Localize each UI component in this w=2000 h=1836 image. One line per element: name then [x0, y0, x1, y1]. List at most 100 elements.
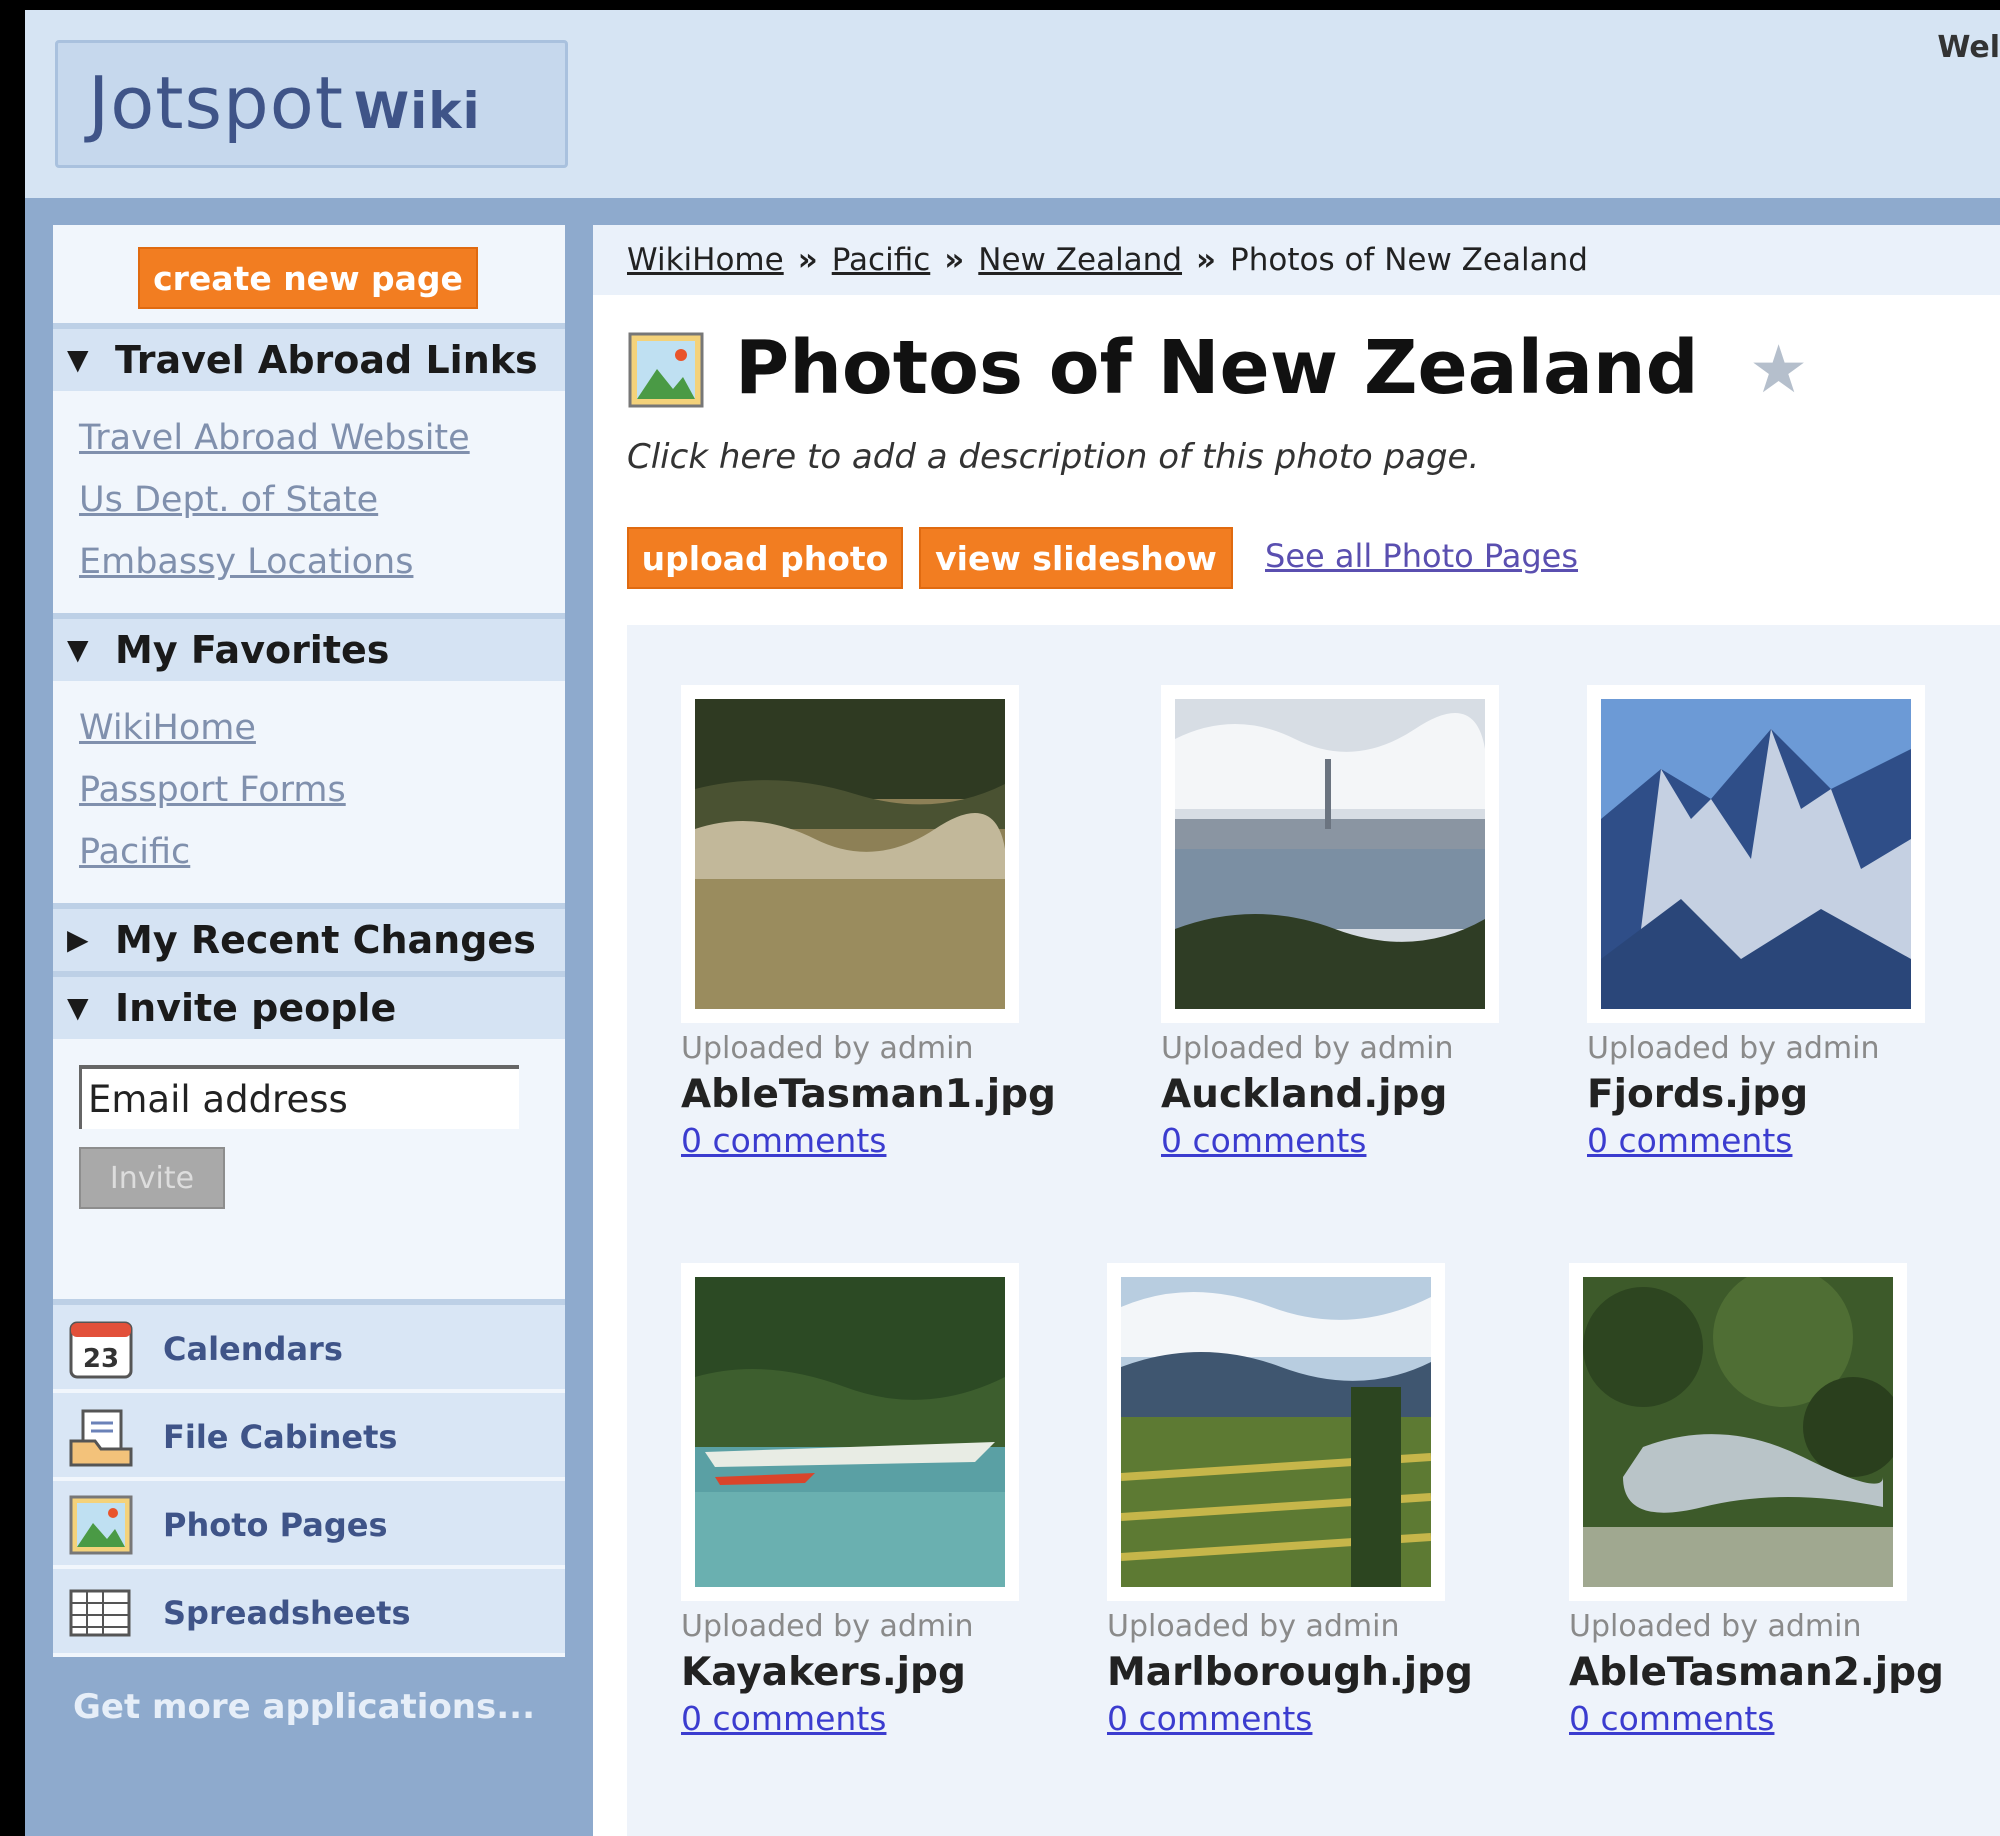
create-new-page-button[interactable]: create new page	[138, 247, 478, 309]
logo[interactable]: Jotspot Wiki	[55, 40, 568, 168]
comments-link[interactable]: 0 comments	[681, 1121, 1056, 1160]
calendar-day: 23	[83, 1344, 119, 1374]
uploaded-by: Uploaded by admin	[681, 1609, 974, 1644]
photo-abletasman1	[695, 699, 1005, 1009]
photo-page-icon	[69, 1495, 133, 1555]
photo-card: Uploaded by admin Marlborough.jpg 0 comm…	[1107, 1263, 1473, 1738]
invite-header[interactable]: ▼ Invite people	[53, 977, 565, 1039]
breadcrumb-separator: »	[944, 242, 965, 278]
comments-link[interactable]: 0 comments	[681, 1699, 1019, 1738]
photo-page-icon	[628, 332, 704, 408]
star-icon[interactable]: ★	[1749, 331, 1808, 408]
photo-filename: Fjords.jpg	[1587, 1072, 1809, 1117]
triangle-down-icon: ▼	[67, 633, 89, 666]
breadcrumb-current: Photos of New Zealand	[1230, 242, 1588, 278]
triangle-down-icon: ▼	[67, 343, 89, 376]
view-slideshow-button[interactable]: view slideshow	[919, 527, 1233, 589]
sidebar: create new page ▼ Travel Abroad Links Tr…	[53, 225, 565, 1727]
uploaded-by: Uploaded by admin	[1161, 1031, 1454, 1066]
app-label: Photo Pages	[163, 1506, 388, 1544]
get-more-applications-link[interactable]: Get more applications...	[53, 1657, 565, 1727]
section-title: Travel Abroad Links	[115, 338, 538, 382]
photo-abletasman2	[1583, 1267, 1903, 1587]
page-title: Photos of New Zealand	[735, 325, 1699, 411]
photo-filename: AbleTasman1.jpg	[681, 1072, 1056, 1117]
breadcrumb: WikiHome » Pacific » New Zealand » Photos of N…	[593, 225, 2000, 295]
app-calendars[interactable]: 23 Calendars	[53, 1305, 565, 1393]
app-spreadsheets[interactable]: Spreadsheets	[53, 1569, 565, 1657]
section-title: My Recent Changes	[115, 918, 536, 962]
breadcrumb-separator: »	[1196, 242, 1217, 278]
main-content: WikiHome » Pacific » New Zealand » Photos of N…	[593, 225, 2000, 1836]
photo-filename: Auckland.jpg	[1161, 1072, 1448, 1117]
section-title: Invite people	[115, 986, 397, 1030]
logo-suffix: Wiki	[354, 82, 481, 140]
uploaded-by: Uploaded by admin	[1107, 1609, 1400, 1644]
link-passport-forms[interactable]: Passport Forms	[79, 759, 565, 821]
breadcrumb-wikihome[interactable]: WikiHome	[627, 242, 784, 278]
comments-link[interactable]: 0 comments	[1569, 1699, 1944, 1738]
photo-card: Uploaded by admin Auckland.jpg 0 comment…	[1161, 685, 1499, 1160]
applications-list: 23 Calendars File Cabinets Photo Pages S…	[53, 1305, 565, 1657]
photo-card: Uploaded by admin AbleTasman2.jpg 0 comm…	[1569, 1263, 1944, 1738]
breadcrumb-separator: »	[797, 242, 818, 278]
invite-button[interactable]: Invite	[79, 1147, 225, 1209]
photo-thumbnail[interactable]	[1569, 1263, 1907, 1601]
uploaded-by: Uploaded by admin	[1569, 1609, 1862, 1644]
spreadsheet-icon	[69, 1589, 131, 1637]
app-label: Calendars	[163, 1330, 343, 1368]
photo-kayakers	[695, 1277, 1005, 1587]
header: Jotspot Wiki Wel	[25, 10, 2000, 198]
photo-thumbnail[interactable]	[1587, 685, 1925, 1023]
app-frame: Jotspot Wiki Wel create new page ▼ Travel…	[25, 10, 2000, 1836]
uploaded-by: Uploaded by admin	[1587, 1031, 1880, 1066]
photo-thumbnail[interactable]	[681, 685, 1019, 1023]
triangle-down-icon: ▼	[67, 991, 89, 1024]
travel-links-header[interactable]: ▼ Travel Abroad Links	[53, 329, 565, 391]
recent-changes-header[interactable]: ▶ My Recent Changes	[53, 909, 565, 971]
invite-section: ▼ Invite people Invite	[53, 977, 565, 1305]
breadcrumb-pacific[interactable]: Pacific	[832, 242, 931, 278]
photo-auckland	[1175, 699, 1485, 1009]
photo-filename: AbleTasman2.jpg	[1569, 1650, 1944, 1695]
photo-filename: Marlborough.jpg	[1107, 1650, 1473, 1695]
photo-marlborough	[1120, 1277, 1432, 1587]
photo-gallery: Uploaded by admin AbleTasman1.jpg 0 comm…	[627, 625, 2000, 1836]
triangle-right-icon: ▶	[67, 923, 89, 956]
photo-card: Uploaded by admin Kayakers.jpg 0 comment…	[681, 1263, 1019, 1738]
link-us-dept-of-state[interactable]: Us Dept. of State	[79, 469, 565, 531]
photo-card: Uploaded by admin Fjords.jpg 0 comments	[1587, 685, 1925, 1160]
file-cabinet-icon	[69, 1409, 133, 1467]
favorites-section: ▼ My Favorites WikiHome Passport Forms P…	[53, 619, 565, 909]
app-label: Spreadsheets	[163, 1594, 411, 1632]
travel-links-section: ▼ Travel Abroad Links Travel Abroad Webs…	[53, 329, 565, 619]
recent-changes-section: ▶ My Recent Changes	[53, 909, 565, 977]
app-file-cabinets[interactable]: File Cabinets	[53, 1393, 565, 1481]
calendar-icon: 23	[69, 1321, 133, 1379]
app-photo-pages[interactable]: Photo Pages	[53, 1481, 565, 1569]
comments-link[interactable]: 0 comments	[1587, 1121, 1925, 1160]
logo-text: Jotspot	[88, 61, 345, 145]
email-address-input[interactable]	[79, 1065, 519, 1129]
link-pacific[interactable]: Pacific	[79, 821, 565, 883]
uploaded-by: Uploaded by admin	[681, 1031, 974, 1066]
photo-thumbnail[interactable]	[1107, 1263, 1445, 1601]
photo-thumbnail[interactable]	[681, 1263, 1019, 1601]
photo-card: Uploaded by admin AbleTasman1.jpg 0 comm…	[681, 685, 1056, 1160]
comments-link[interactable]: 0 comments	[1161, 1121, 1499, 1160]
link-travel-abroad-website[interactable]: Travel Abroad Website	[79, 407, 565, 469]
link-wikihome[interactable]: WikiHome	[79, 697, 565, 759]
create-panel: create new page	[53, 225, 565, 329]
section-title: My Favorites	[115, 628, 390, 672]
see-all-photo-pages-link[interactable]: See all Photo Pages	[1265, 537, 1578, 575]
breadcrumb-new-zealand[interactable]: New Zealand	[978, 242, 1182, 278]
photo-thumbnail[interactable]	[1161, 685, 1499, 1023]
comments-link[interactable]: 0 comments	[1107, 1699, 1473, 1738]
favorites-header[interactable]: ▼ My Favorites	[53, 619, 565, 681]
page-description[interactable]: Click here to add a description of this …	[627, 437, 1479, 477]
upload-photo-button[interactable]: upload photo	[627, 527, 903, 589]
photo-filename: Kayakers.jpg	[681, 1650, 966, 1695]
welcome-text: Wel	[1937, 30, 2000, 65]
photo-fjords	[1601, 699, 1911, 1009]
link-embassy-locations[interactable]: Embassy Locations	[79, 531, 565, 593]
